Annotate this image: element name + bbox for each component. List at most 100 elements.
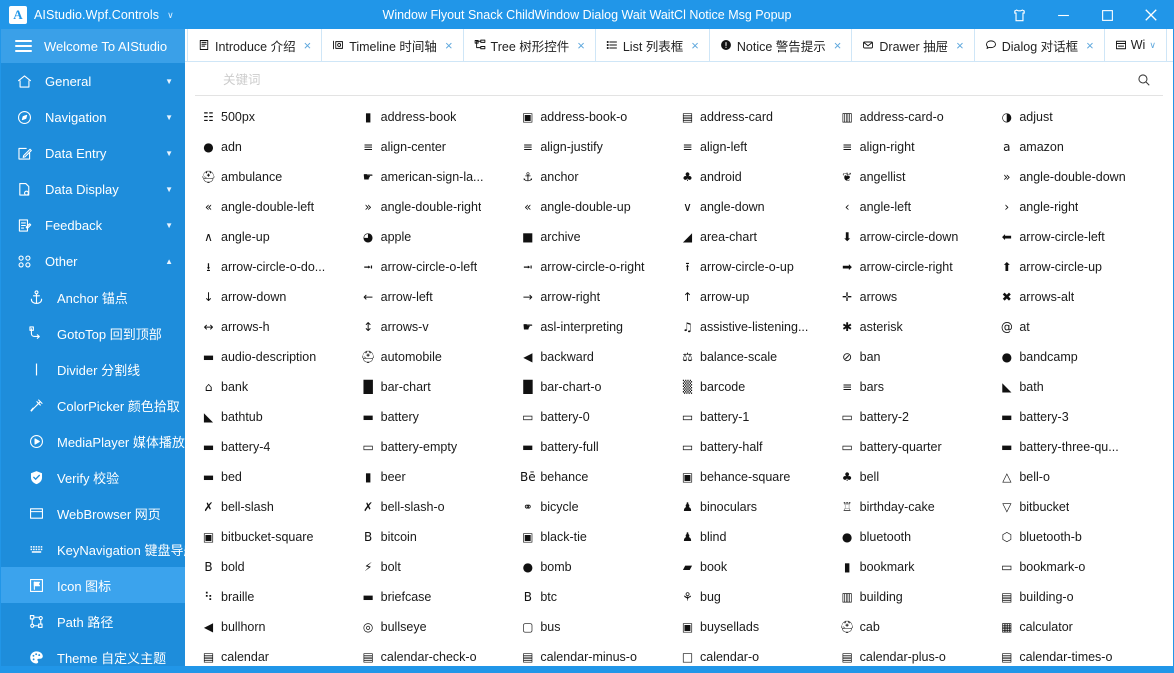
icon-grid-item[interactable]: ‹ angle-left: [840, 192, 1000, 222]
icon-grid-item[interactable]: █ bar-chart-o: [520, 372, 680, 402]
sidebar-item-verify[interactable]: Verify 校验: [1, 459, 185, 495]
icon-grid-item[interactable]: ✛ arrows: [840, 282, 1000, 312]
icon-grid-item[interactable]: ● adn: [201, 132, 361, 162]
icon-grid-item[interactable]: ▭ battery-1: [680, 402, 840, 432]
icon-grid-item[interactable]: ◢ area-chart: [680, 222, 840, 252]
icon-grid-item[interactable]: ▣ behance-square: [680, 462, 840, 492]
sidebar-group-feedback[interactable]: Feedback ▼: [1, 207, 185, 243]
minimize-icon[interactable]: [1041, 1, 1085, 29]
icon-grid-item[interactable]: □ calendar-o: [680, 642, 840, 666]
icon-grid-item[interactable]: ♟ binoculars: [680, 492, 840, 522]
sidebar-item-webbrowser[interactable]: WebBrowser 网页: [1, 495, 185, 531]
icon-grid-item[interactable]: ▭ battery-half: [680, 432, 840, 462]
icon-grid-item[interactable]: ⛑ ambulance: [201, 162, 361, 192]
icon-grid-item[interactable]: ▰ book: [680, 552, 840, 582]
icon-grid-item[interactable]: a amazon: [999, 132, 1159, 162]
icon-grid-item[interactable]: ⊘ ban: [840, 342, 1000, 372]
icon-grid-item[interactable]: ▬ battery-4: [201, 432, 361, 462]
shirt-icon[interactable]: [997, 1, 1041, 29]
icon-grid-item[interactable]: ⭲ arrow-circle-o-left: [361, 252, 521, 282]
tab-list[interactable]: List 列表框 ×: [595, 29, 710, 61]
icon-grid-item[interactable]: ♣ bell: [840, 462, 1000, 492]
icon-grid-item[interactable]: ∧ angle-up: [201, 222, 361, 252]
icon-grid-item[interactable]: ▤ building-o: [999, 582, 1159, 612]
sidebar-item-path[interactable]: Path 路径: [1, 603, 185, 639]
hamburger-menu-icon[interactable]: [15, 40, 32, 52]
search-input[interactable]: [223, 72, 1137, 87]
icon-grid-item[interactable]: ● bandcamp: [999, 342, 1159, 372]
icon-grid-item[interactable]: ▣ address-book-o: [520, 102, 680, 132]
icon-grid-item[interactable]: △ bell-o: [999, 462, 1159, 492]
sidebar-group-data-entry[interactable]: Data Entry ▼: [1, 135, 185, 171]
icon-grid-item[interactable]: ≡ align-center: [361, 132, 521, 162]
chevron-icon[interactable]: ▼: [165, 221, 173, 230]
icon-grid-item[interactable]: ▭ battery-quarter: [840, 432, 1000, 462]
icon-grid-item[interactable]: ▦ calculator: [999, 612, 1159, 642]
icon-grid-item[interactable]: ♟ blind: [680, 522, 840, 552]
icon-grid-item[interactable]: ≡ align-left: [680, 132, 840, 162]
icon-grid-item[interactable]: ⌂ bank: [201, 372, 361, 402]
icon-grid-item[interactable]: ▣ buysellads: [680, 612, 840, 642]
tab-close-icon[interactable]: ×: [577, 38, 585, 53]
icon-grid-item[interactable]: ▣ bitbucket-square: [201, 522, 361, 552]
icon-grid-item[interactable]: ⭳ arrow-circle-o-do...: [201, 252, 361, 282]
icon-grid-item[interactable]: ⬆ arrow-circle-up: [999, 252, 1159, 282]
icon-grid-item[interactable]: ▤ calendar: [201, 642, 361, 666]
icon-grid-item[interactable]: ▭ battery-empty: [361, 432, 521, 462]
icon-grid-item[interactable]: ▭ bookmark-o: [999, 552, 1159, 582]
tab-overflow[interactable]: Wi ∨: [1104, 29, 1167, 61]
tab-close-icon[interactable]: ×: [304, 38, 312, 53]
icon-grid-item[interactable]: ◣ bathtub: [201, 402, 361, 432]
icon-grid-item[interactable]: ✖ arrows-alt: [999, 282, 1159, 312]
tab-close-icon[interactable]: ×: [691, 38, 699, 53]
icon-grid-item[interactable]: Bē behance: [520, 462, 680, 492]
icon-grid-item[interactable]: ▮ bookmark: [840, 552, 1000, 582]
sidebar-header[interactable]: Welcome To AIStudio: [1, 29, 185, 63]
search-icon[interactable]: [1137, 73, 1151, 87]
icon-grid-item[interactable]: ➡ arrow-circle-right: [840, 252, 1000, 282]
icon-grid-item[interactable]: » angle-double-right: [361, 192, 521, 222]
sidebar-item-keynavigation[interactable]: KeyNavigation 键盘导航: [1, 531, 185, 567]
icon-grid-item[interactable]: ♖ birthday-cake: [840, 492, 1000, 522]
sidebar-item-colorpicker[interactable]: ColorPicker 颜色拾取: [1, 387, 185, 423]
close-icon[interactable]: [1129, 1, 1173, 29]
icon-grid-item[interactable]: ■ archive: [520, 222, 680, 252]
icon-grid-item[interactable]: « angle-double-up: [520, 192, 680, 222]
sidebar-group-other[interactable]: Other ▲: [1, 243, 185, 279]
tab-close-icon[interactable]: ×: [834, 38, 842, 53]
icon-grid-item[interactable]: ● bomb: [520, 552, 680, 582]
icon-grid-item[interactable]: ▤ calendar-times-o: [999, 642, 1159, 666]
icon-grid-item[interactable]: ▥ building: [840, 582, 1000, 612]
icon-grid-item[interactable]: ▤ calendar-check-o: [361, 642, 521, 666]
icon-grid-item[interactable]: ▬ battery-three-qu...: [999, 432, 1159, 462]
icon-grid-item[interactable]: ▭ battery-2: [840, 402, 1000, 432]
tab-notice[interactable]: Notice 警告提示 ×: [709, 29, 853, 61]
icon-grid-item[interactable]: Bbtc: [520, 582, 680, 612]
icon-grid-item[interactable]: █ bar-chart: [361, 372, 521, 402]
chevron-icon[interactable]: ▼: [165, 185, 173, 194]
icon-grid-container[interactable]: ☷ 500px ▮ address-book ▣ address-book-o ▤ addre…: [185, 96, 1173, 666]
icon-grid-item[interactable]: ▬ audio-description: [201, 342, 361, 372]
sidebar-group-navigation[interactable]: Navigation ▼: [1, 99, 185, 135]
icon-grid-item[interactable]: @ at: [999, 312, 1159, 342]
icon-grid-item[interactable]: ▮ beer: [361, 462, 521, 492]
icon-grid-item[interactable]: ✗ bell-slash: [201, 492, 361, 522]
icon-grid-item[interactable]: ▬ battery-full: [520, 432, 680, 462]
icon-grid-item[interactable]: ♫ assistive-listening...: [680, 312, 840, 342]
icon-grid-item[interactable]: ↕ arrows-v: [361, 312, 521, 342]
icon-grid-item[interactable]: ▤ address-card: [680, 102, 840, 132]
tab-timeline[interactable]: Timeline 时间轴 ×: [322, 29, 464, 61]
icon-grid-item[interactable]: ▒ barcode: [680, 372, 840, 402]
app-menu-chevron-down-icon[interactable]: ∨: [167, 10, 174, 21]
icon-grid-item[interactable]: ◎ bullseye: [361, 612, 521, 642]
tab-close-icon[interactable]: ×: [1086, 38, 1094, 53]
icon-grid-item[interactable]: ▬ briefcase: [361, 582, 521, 612]
icon-grid-item[interactable]: ▢ bus: [520, 612, 680, 642]
tab-introduce[interactable]: Introduce 介绍 ×: [187, 29, 323, 61]
icon-grid-item[interactable]: ⬅ arrow-circle-left: [999, 222, 1159, 252]
sidebar-item-icon[interactable]: Icon 图标: [1, 567, 185, 603]
icon-grid-item[interactable]: ▣ black-tie: [520, 522, 680, 552]
maximize-icon[interactable]: [1085, 1, 1129, 29]
chevron-down-icon[interactable]: ∨: [1149, 40, 1156, 51]
icon-grid-item[interactable]: ⚖ balance-scale: [680, 342, 840, 372]
